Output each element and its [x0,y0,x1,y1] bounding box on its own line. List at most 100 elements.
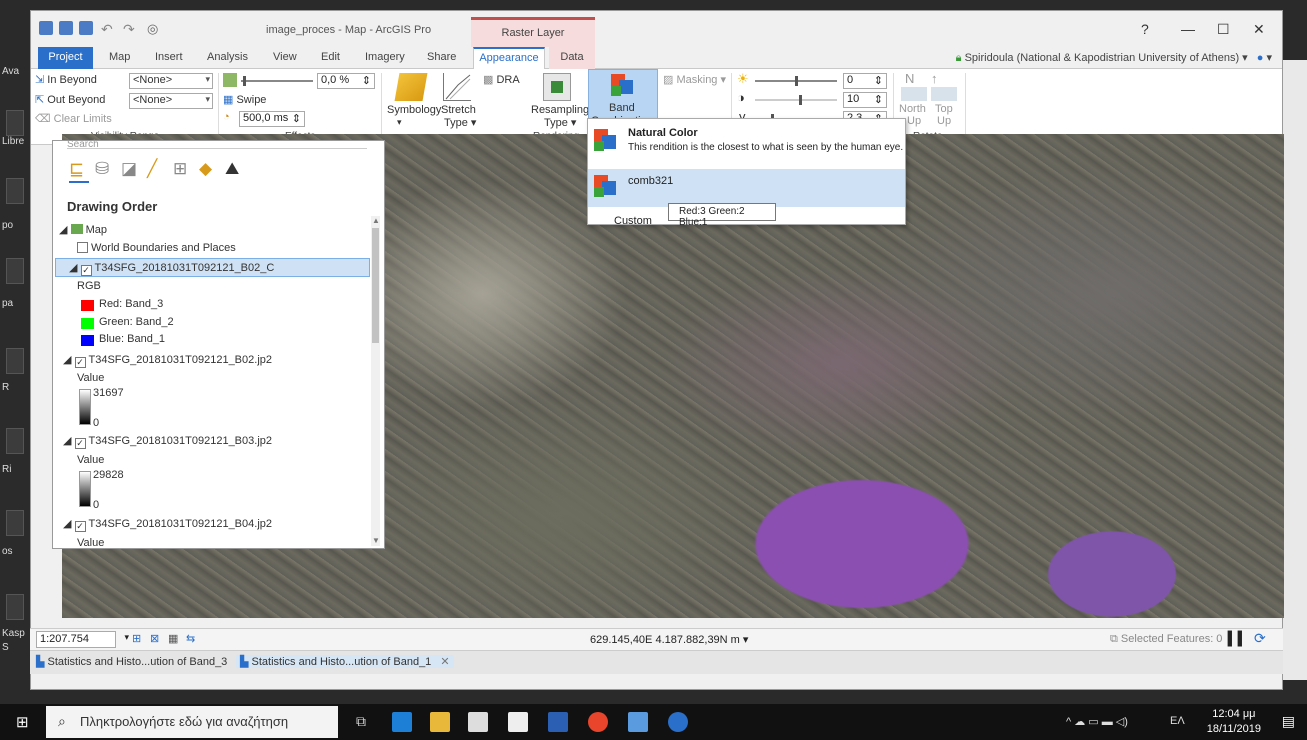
tab-project[interactable]: Project [38,47,93,69]
redo-icon[interactable]: ↷ [123,21,137,37]
drawing-order-icon[interactable]: ⊑ [69,159,89,179]
grid-icon[interactable]: ⊞ [132,632,141,645]
notification-icon[interactable]: ● [1257,52,1264,64]
tab-share[interactable]: Share [427,51,456,63]
desktop-icon[interactable] [6,258,24,284]
labeling-icon[interactable]: ◆ [199,159,219,179]
contrast-spinner[interactable]: 10 ⇕ [843,92,887,108]
spinner-arrows-icon[interactable]: ⇕ [362,74,374,87]
system-tray-icons[interactable]: ^ ☁ ▭ ▬ ◁) [1066,715,1128,728]
user-account[interactable]: 🔒︎ Spiridoula (National & Kapodistrian U… [956,51,1272,65]
layer-b02-composite[interactable]: ◢ ✓ T34SFG_20181031T092121_B02_C [69,261,274,276]
search-input[interactable]: Search [67,139,367,150]
desktop-icon[interactable] [6,178,24,204]
layer-b03[interactable]: ◢ ✓ T34SFG_20181031T092121_B03.jp2 [63,434,272,449]
selection-icon[interactable]: ◪ [121,159,141,179]
flicker-icon[interactable]: ◔ [223,111,230,123]
comb321-option[interactable]: comb321 [588,169,905,207]
tab-imagery[interactable]: Imagery [365,51,405,63]
top-up-button[interactable]: Top [935,103,953,115]
map-scale-combo[interactable]: 1:207.754 ▾ [36,631,129,648]
settings-icon[interactable]: ◎ [147,21,161,36]
masking-button[interactable]: ▨ Masking ▾ [663,73,726,86]
layer-world-boundaries[interactable]: World Boundaries and Places [77,242,236,254]
out-beyond-scale-combo[interactable]: <None> ▾ [129,93,213,109]
chevron-down-icon[interactable]: ▾ [124,632,129,643]
in-beyond-scale-combo[interactable]: <None> ▾ [129,73,213,89]
new-project-icon[interactable] [39,21,53,35]
open-project-icon[interactable] [59,21,73,35]
language-indicator[interactable]: ΕΛ [1170,715,1185,727]
resampling-icon[interactable] [543,73,571,101]
undo-icon[interactable]: ↶ [101,21,115,37]
natural-color-option[interactable]: Natural Color This rendition is the clos… [588,123,905,161]
slider-knob[interactable] [795,76,798,86]
transparency-spinner[interactable]: 0,0 % ⇕ [317,73,375,89]
perspective-icon[interactable]: ⛰ [225,159,245,179]
help-icon[interactable]: ? [1141,21,1149,37]
tab-insert[interactable]: Insert [155,51,183,63]
out-beyond-button[interactable]: ⇱ Out Beyond [35,93,105,106]
edge-icon[interactable] [392,712,412,732]
desktop-icon[interactable] [6,348,24,374]
arcgis-pro-icon[interactable] [668,712,688,732]
tab-appearance[interactable]: Appearance [473,47,545,70]
maximize-icon[interactable]: ☐ [1217,21,1230,38]
chrome-icon[interactable] [588,712,608,732]
data-source-icon[interactable]: ⛁ [95,159,115,179]
clear-limits-button[interactable]: ⌫ Clear Limits [35,112,112,125]
brightness-spinner[interactable]: 0 ⇕ [843,73,887,89]
dra-button[interactable]: ▩ DRA [483,73,520,86]
flicker-rate-spinner[interactable]: 500,0 ms ⇕ [239,111,305,127]
close-icon[interactable]: ✕ [1253,21,1265,38]
tab-map[interactable]: Map [109,51,130,63]
north-up-button[interactable]: North [899,103,926,115]
desktop-icon[interactable] [6,110,24,136]
snapping-icon[interactable]: ⊞ [173,159,193,179]
tab-statistics-band3[interactable]: ▙ Statistics and Histo...ution of Band_3 [36,655,227,668]
mail-icon[interactable] [508,712,528,732]
reference-scale-icon[interactable]: ⊠ [150,632,159,645]
layer-checkbox[interactable]: ✓ [74,521,86,532]
desktop-icon[interactable] [6,510,24,536]
tab-view[interactable]: View [273,51,297,63]
desktop-icon[interactable] [6,428,24,454]
brightness-slider[interactable] [755,76,837,86]
layer-checkbox[interactable]: ✓ [80,265,92,276]
contrast-slider[interactable] [755,95,837,105]
minimize-icon[interactable]: — [1181,21,1195,37]
in-beyond-button[interactable]: ⇲ In Beyond [35,73,97,86]
stretch-type-icon[interactable] [443,73,471,101]
file-explorer-icon[interactable] [430,712,450,732]
navigator-icon[interactable]: ⇆ [186,632,195,645]
symbology-icon[interactable] [394,73,428,101]
table-icon[interactable]: ▦ [168,632,178,645]
tab-analysis[interactable]: Analysis [207,51,248,63]
clock[interactable]: 12:04 μμ 18/11/2019 [1207,707,1261,737]
pause-drawing-icon[interactable]: ▍▍ [1228,631,1248,647]
taskbar-search[interactable]: ⌕ Πληκτρολογήστε εδώ για αναζήτηση [46,706,338,738]
scrollbar-thumb[interactable] [372,228,379,343]
stretch-type-button[interactable]: Stretch [441,104,476,116]
symbology-button[interactable]: Symbology [387,104,441,116]
scroll-down-icon[interactable]: ▼ [372,536,380,545]
layer-b02[interactable]: ◢ ✓ T34SFG_20181031T092121_B02.jp2 [63,353,272,368]
save-icon[interactable] [79,21,93,35]
spinner-arrows-icon[interactable]: ⇕ [874,93,886,106]
notification-center-icon[interactable]: ▤ [1282,713,1295,730]
spinner-arrows-icon[interactable]: ⇕ [874,74,886,87]
spinner-arrows-icon[interactable]: ⇕ [292,112,304,125]
layer-checkbox[interactable]: ✓ [74,357,86,368]
layer-b04[interactable]: ◢ ✓ T34SFG_20181031T092121_B04.jp2 [63,517,272,532]
resampling-type-button[interactable]: Resampling [531,104,589,116]
store-icon[interactable] [468,712,488,732]
layer-checkbox[interactable]: ✓ [74,438,86,449]
tab-data[interactable]: Data [549,47,595,69]
layer-checkbox[interactable] [77,242,88,253]
editing-icon[interactable]: ╱ [147,159,167,179]
slider-knob[interactable] [243,76,246,86]
task-view-icon[interactable]: ⧉ [356,713,366,730]
photos-icon[interactable] [628,712,648,732]
map-node[interactable]: ◢ Map [59,223,107,236]
coordinates-readout[interactable]: 629.145,40E 4.187.882,39N m ▾ [590,633,748,646]
